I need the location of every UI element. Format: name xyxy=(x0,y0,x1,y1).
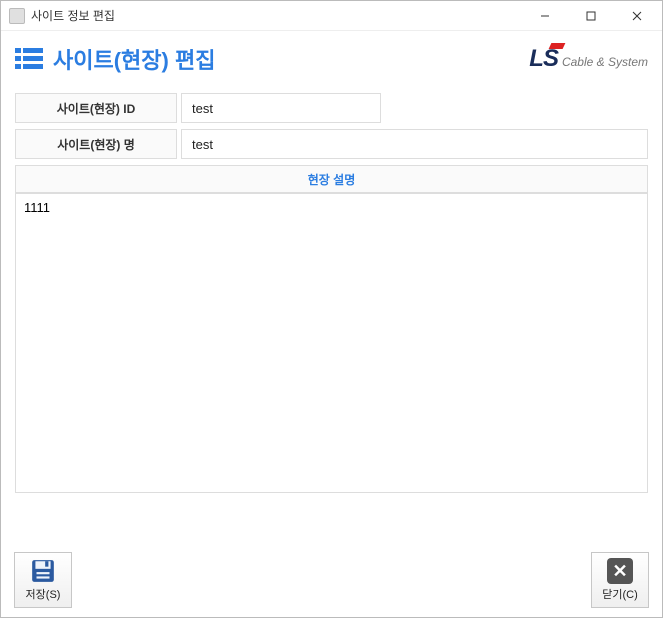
close-button[interactable]: ✕ 닫기(C) xyxy=(591,552,649,608)
description-textarea[interactable] xyxy=(15,193,648,493)
save-icon xyxy=(30,558,56,584)
description-label: 현장 설명 xyxy=(15,165,648,193)
title-bar: 사이트 정보 편집 xyxy=(1,1,662,31)
brand-logo: LS Cable & System xyxy=(529,45,648,73)
save-button-label: 저장(S) xyxy=(26,586,61,602)
page-title: 사이트(현장) 편집 xyxy=(53,43,529,75)
site-name-label: 사이트(현장) 명 xyxy=(15,129,177,159)
site-name-input[interactable] xyxy=(181,129,648,159)
minimize-button[interactable] xyxy=(522,1,568,31)
close-button-label: 닫기(C) xyxy=(602,586,638,602)
form-area: 사이트(현장) ID 사이트(현장) 명 현장 설명 xyxy=(1,87,662,498)
logo-sub: Cable & System xyxy=(562,55,648,69)
save-button[interactable]: 저장(S) xyxy=(14,552,72,608)
app-icon xyxy=(9,8,25,24)
site-id-input[interactable] xyxy=(181,93,381,123)
header-bar: 사이트(현장) 편집 LS Cable & System xyxy=(1,31,662,87)
logo-main: LS xyxy=(529,45,558,73)
window-controls xyxy=(522,1,660,31)
menu-icon xyxy=(15,48,43,70)
close-window-button[interactable] xyxy=(614,1,660,31)
window-title: 사이트 정보 편집 xyxy=(31,7,522,24)
maximize-button[interactable] xyxy=(568,1,614,31)
footer-bar: 저장(S) ✕ 닫기(C) xyxy=(0,552,663,608)
close-icon: ✕ xyxy=(607,558,633,584)
site-id-label: 사이트(현장) ID xyxy=(15,93,177,123)
